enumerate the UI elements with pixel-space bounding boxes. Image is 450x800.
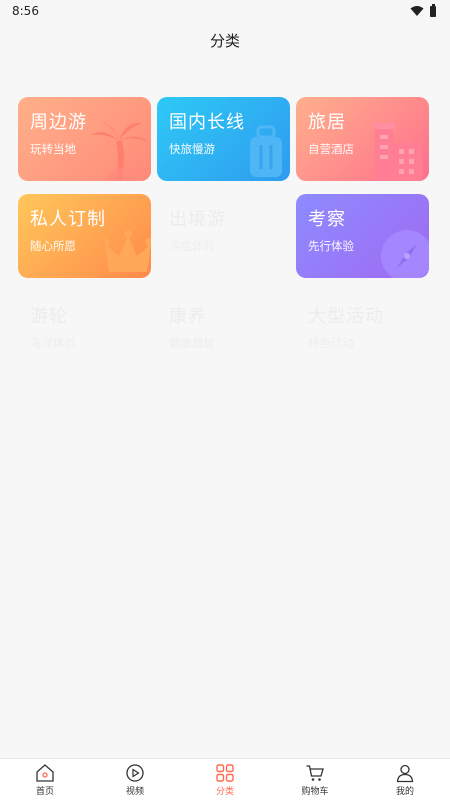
category-title: 考察 bbox=[308, 209, 346, 230]
category-title: 大型活动 bbox=[308, 306, 384, 327]
tab-label: 分类 bbox=[215, 786, 234, 797]
category-subtitle: 健康旅居 bbox=[169, 336, 215, 350]
status-time: 8:56 bbox=[12, 4, 39, 18]
category-subtitle: 特色活动 bbox=[308, 336, 354, 350]
category-subtitle: 海洋体验 bbox=[30, 336, 76, 350]
header: 分类 bbox=[0, 22, 450, 58]
category-tile-康养[interactable]: 康养 健康旅居 bbox=[157, 291, 290, 375]
tab-cart[interactable]: 购物车 bbox=[270, 759, 360, 800]
status-icons bbox=[410, 3, 436, 17]
user-icon bbox=[396, 764, 414, 782]
category-title: 康养 bbox=[169, 306, 207, 327]
category-tile-国内长线[interactable]: 国内长线 快旅慢游 bbox=[157, 97, 290, 181]
category-tile-私人订制[interactable]: 私人订制 随心所愿 bbox=[18, 194, 151, 278]
category-title: 旅居 bbox=[308, 112, 346, 133]
category-subtitle: 先行体验 bbox=[308, 239, 354, 253]
category-tile-考察[interactable]: 考察 先行体验 bbox=[296, 194, 429, 278]
tab-category[interactable]: 分类 bbox=[180, 759, 270, 800]
tab-label: 我的 bbox=[395, 786, 414, 797]
grid-icon bbox=[216, 763, 234, 782]
play-circle-icon bbox=[126, 763, 144, 782]
category-subtitle: 自营酒店 bbox=[308, 142, 354, 156]
wifi-icon bbox=[410, 6, 424, 16]
tab-label: 购物车 bbox=[301, 786, 329, 797]
page-title: 分类 bbox=[209, 31, 240, 50]
category-tile-旅居[interactable]: 旅居 自营酒店 bbox=[296, 97, 429, 181]
category-title: 私人订制 bbox=[30, 209, 106, 230]
home-icon bbox=[36, 763, 54, 782]
category-title: 出境游 bbox=[169, 209, 226, 230]
tab-bar: 首页 视频 分类 购物车 我的 bbox=[0, 758, 450, 800]
cart-icon bbox=[306, 764, 324, 781]
category-grid: 周边游 玩转当地 国内长线 快旅慢游 旅居 自营酒店 私人订制 随心所愿 出境游… bbox=[18, 97, 430, 375]
tab-video[interactable]: 视频 bbox=[90, 759, 180, 800]
category-subtitle: 玩转当地 bbox=[30, 142, 76, 156]
category-subtitle: 深度体验 bbox=[169, 239, 215, 253]
status-bar: 8:56 bbox=[0, 0, 450, 22]
battery-icon bbox=[430, 3, 436, 17]
category-subtitle: 快旅慢游 bbox=[169, 142, 215, 156]
tab-home[interactable]: 首页 bbox=[0, 759, 90, 800]
category-subtitle: 随心所愿 bbox=[30, 239, 76, 253]
category-title: 国内长线 bbox=[169, 112, 245, 133]
category-tile-游轮[interactable]: 游轮 海洋体验 bbox=[18, 291, 151, 375]
tab-label: 视频 bbox=[125, 786, 144, 797]
category-title: 游轮 bbox=[30, 306, 68, 327]
category-tile-出境游[interactable]: 出境游 深度体验 bbox=[157, 194, 290, 278]
tab-label: 首页 bbox=[35, 786, 54, 797]
tab-mine[interactable]: 我的 bbox=[360, 759, 450, 800]
category-tile-大型活动[interactable]: 大型活动 特色活动 bbox=[296, 291, 429, 375]
category-tile-周边游[interactable]: 周边游 玩转当地 bbox=[18, 97, 151, 181]
category-title: 周边游 bbox=[30, 112, 87, 133]
